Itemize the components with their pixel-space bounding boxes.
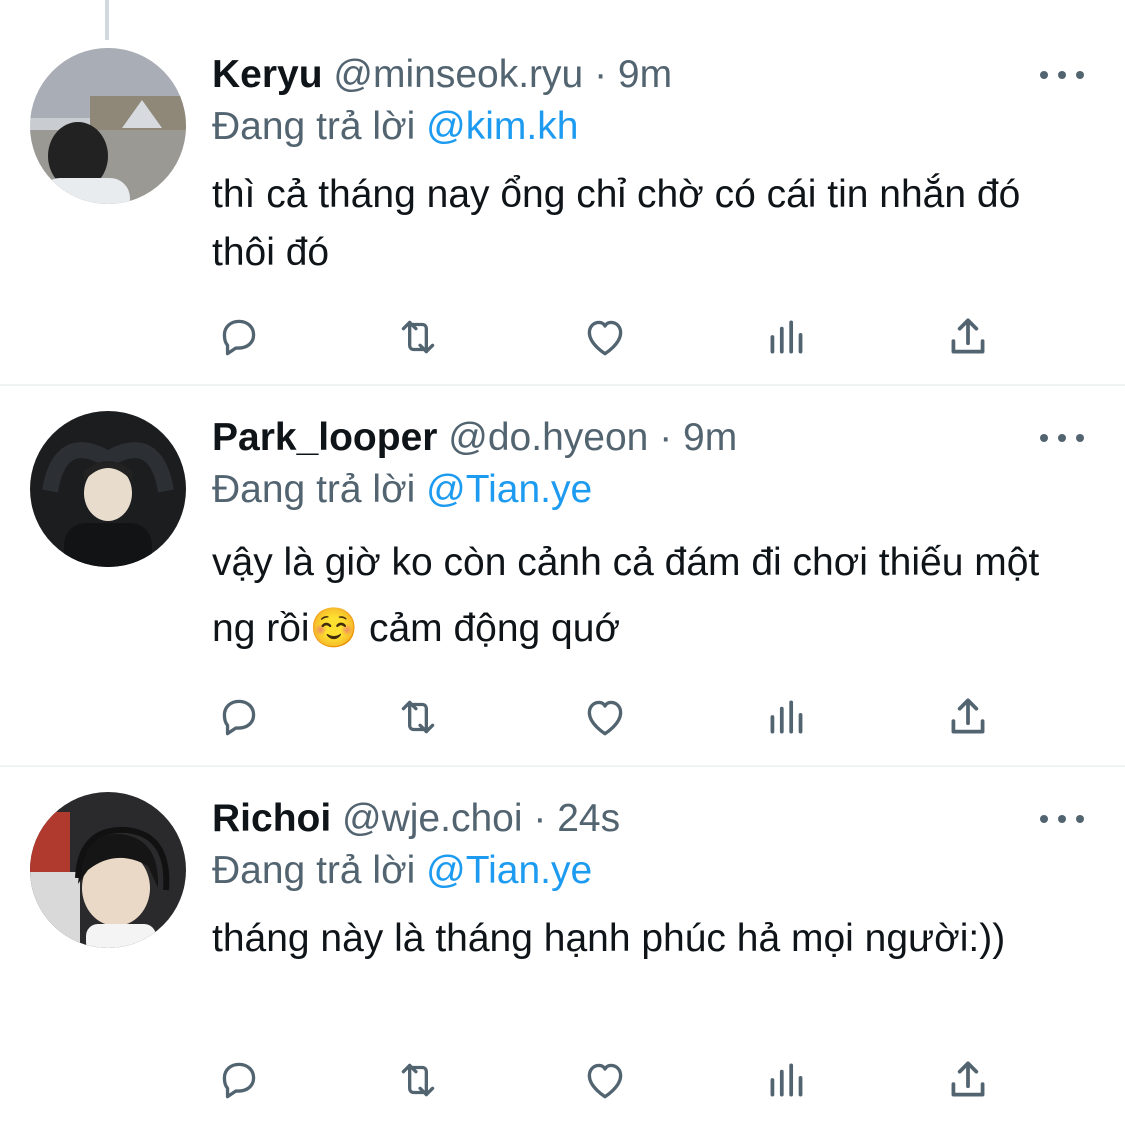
username[interactable]: @do.hyeon [448,416,648,459]
divider [0,384,1125,386]
like-icon[interactable] [580,1055,630,1105]
tweet-header: Keryu @minseok.ryu · 9m [212,51,672,99]
views-icon[interactable] [762,692,812,742]
action-bar [0,692,1125,752]
username[interactable]: @minseok.ryu [333,53,583,96]
reply-mention[interactable]: @kim.kh [426,105,578,148]
separator-dot: · [533,797,547,840]
reply-prefix: Đang trả lời [212,849,416,892]
tweet-header: Richoi @wje.choi · 24s [212,795,620,843]
reply-context: Đang trả lời @Tian.ye [212,466,592,514]
views-icon[interactable] [762,1055,812,1105]
share-icon[interactable] [943,692,993,742]
more-icon[interactable] [1040,809,1084,829]
display-name[interactable]: Richoi [212,797,331,840]
display-name[interactable]: Park_looper [212,416,437,459]
avatar[interactable] [30,48,186,204]
separator-dot: · [594,53,608,96]
display-name[interactable]: Keryu [212,53,323,96]
timestamp[interactable]: 24s [557,797,620,840]
avatar[interactable] [30,792,186,948]
timestamp[interactable]: 9m [683,416,737,459]
tweet-header: Park_looper @do.hyeon · 9m [212,414,737,462]
action-bar [0,312,1125,372]
username[interactable]: @wje.choi [342,797,523,840]
reply-icon[interactable] [214,1055,264,1105]
reply-mention[interactable]: @Tian.ye [426,468,592,511]
share-icon[interactable] [943,1055,993,1105]
action-bar [0,1055,1125,1115]
more-icon[interactable] [1040,65,1084,85]
reply-context: Đang trả lời @Tian.ye [212,847,592,895]
thread-line [105,0,109,40]
reply-icon[interactable] [214,692,264,742]
retweet-icon[interactable] [393,692,443,742]
share-icon[interactable] [943,312,993,362]
tweet-text: tháng này là tháng hạnh phúc hả mọi ngườ… [212,917,1006,960]
reply-prefix: Đang trả lời [212,468,416,511]
more-icon[interactable] [1040,428,1084,448]
retweet-icon[interactable] [393,312,443,362]
tweet-text: thì cả tháng nay ổng chỉ chờ có cái tin … [212,173,1021,274]
like-icon[interactable] [580,692,630,742]
avatar[interactable] [30,411,186,567]
tweet-text: vậy là giờ ko còn cảnh cả đám đi chơi th… [212,541,1040,650]
timestamp[interactable]: 9m [618,53,672,96]
reply-icon[interactable] [214,312,264,362]
divider [0,765,1125,767]
like-icon[interactable] [580,312,630,362]
retweet-icon[interactable] [393,1055,443,1105]
separator-dot: · [659,416,673,459]
reply-context: Đang trả lời @kim.kh [212,103,578,151]
reply-prefix: Đang trả lời [212,105,416,148]
views-icon[interactable] [762,312,812,362]
reply-mention[interactable]: @Tian.ye [426,849,592,892]
